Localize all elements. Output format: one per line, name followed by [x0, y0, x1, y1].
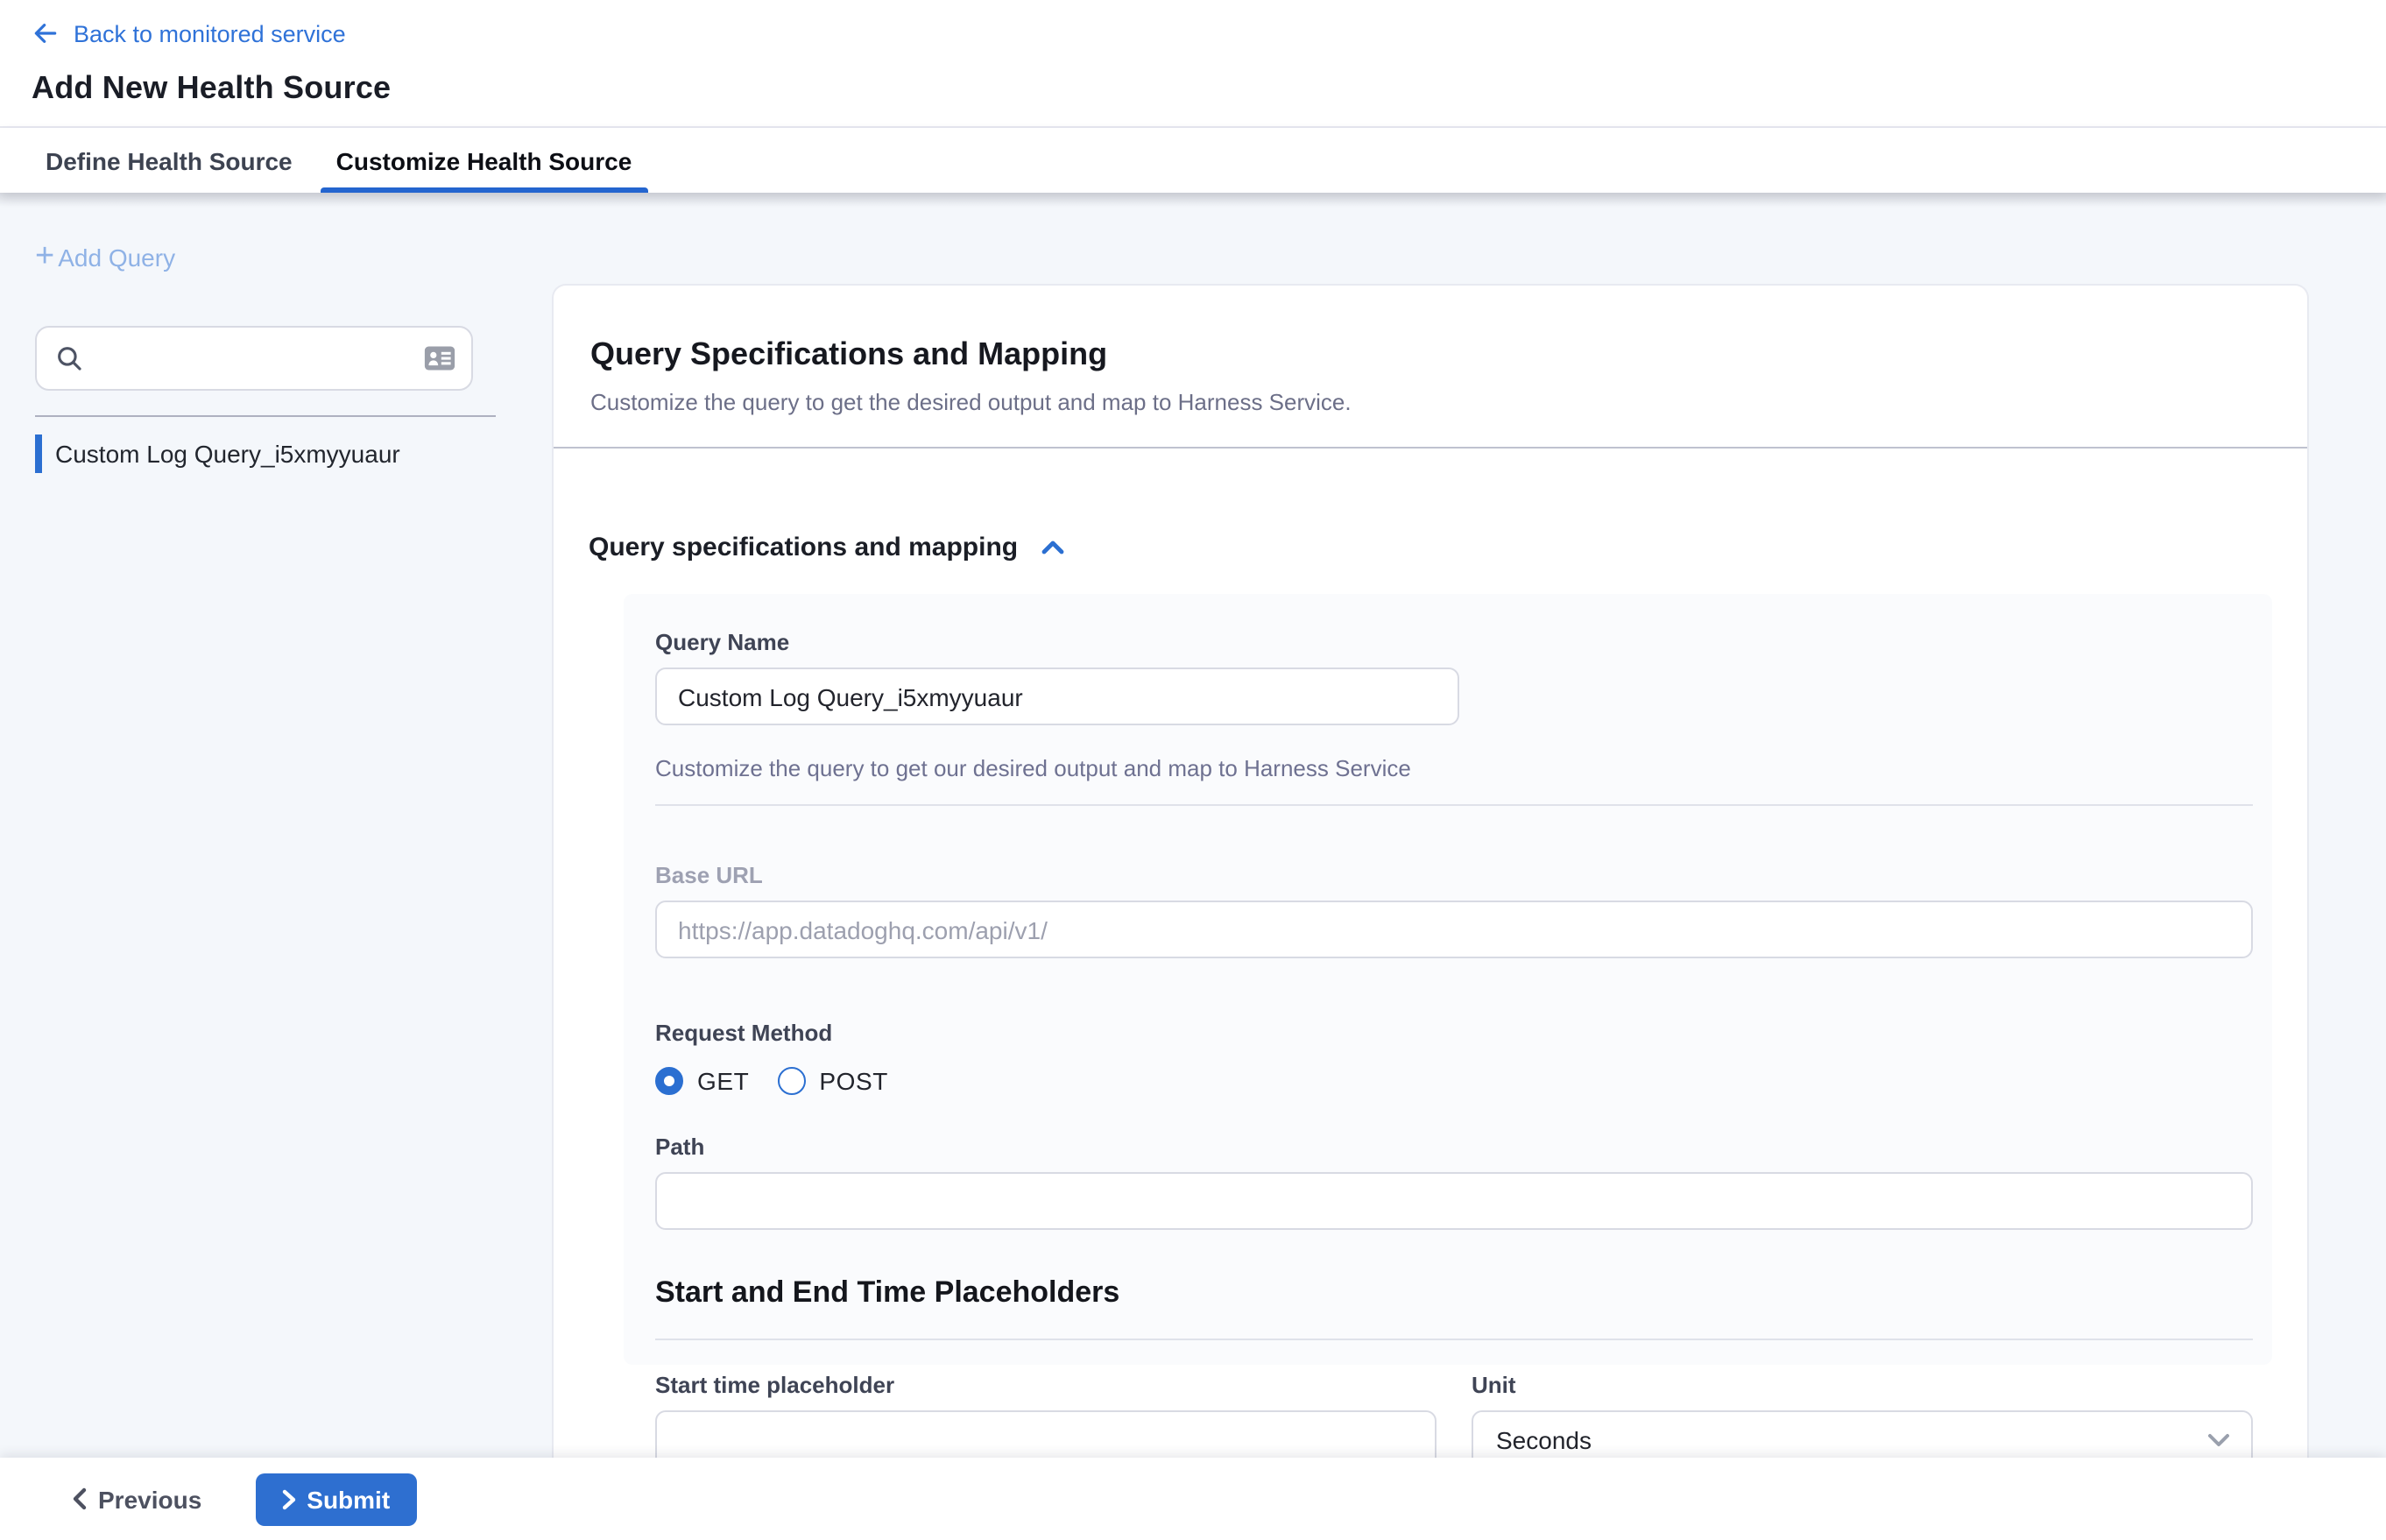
card-header: Query Specifications and Mapping Customi… [554, 286, 2307, 447]
field-divider [655, 804, 2253, 806]
path-label: Path [655, 1134, 2253, 1160]
address-card-icon[interactable] [424, 345, 455, 380]
previous-button[interactable]: Previous [72, 1485, 201, 1513]
query-specifications-card: Query Specifications and Mapping Customi… [552, 284, 2309, 1458]
card-subtitle: Customize the query to get the desired o… [590, 389, 2270, 415]
radio-option-post[interactable]: POST [777, 1067, 888, 1095]
add-query-button[interactable]: + Add Query [35, 244, 175, 272]
add-query-label: Add Query [58, 244, 175, 272]
back-link[interactable]: Back to monitored service [32, 16, 2386, 51]
start-time-field: Start time placeholder [655, 1372, 1437, 1458]
unit-select[interactable]: Seconds [1472, 1410, 2253, 1458]
query-name-label: Query Name [655, 629, 2253, 655]
collapse-section-button[interactable] [1041, 540, 1065, 555]
back-link-label[interactable]: Back to monitored service [74, 20, 346, 46]
radio-option-get[interactable]: GET [655, 1067, 749, 1095]
chevron-down-icon [2207, 1432, 2230, 1446]
start-time-label: Start time placeholder [655, 1372, 1437, 1398]
content-area: + Add Query [0, 193, 2386, 1458]
footer-action-bar: Previous Submit [0, 1458, 2386, 1540]
radio-unselected-icon[interactable] [777, 1067, 805, 1095]
time-placeholder-row: Start time placeholder Unit Seconds [655, 1372, 2253, 1458]
add-health-source-page: Back to monitored service Add New Health… [0, 0, 2386, 1540]
arrow-left-icon[interactable] [32, 19, 60, 47]
chevron-right-icon [282, 1488, 296, 1509]
query-name-helper-text: Customize the query to get our desired o… [655, 755, 2253, 781]
unit-label: Unit [1472, 1372, 2253, 1398]
field-divider [655, 1339, 2253, 1340]
search-input[interactable] [96, 329, 410, 391]
radio-post-label: POST [819, 1067, 888, 1095]
section-header: Query specifications and mapping [589, 533, 2272, 562]
query-search-box [35, 326, 473, 391]
submit-button-label: Submit [307, 1485, 390, 1513]
base-url-input[interactable] [655, 901, 2253, 958]
chevron-left-icon [72, 1487, 88, 1510]
query-name-input[interactable] [655, 668, 1459, 725]
section-title: Query specifications and mapping [589, 533, 1018, 562]
query-list-item[interactable]: Custom Log Query_i5xmyyuaur [35, 433, 552, 473]
radio-selected-icon[interactable] [655, 1067, 683, 1095]
request-method-label: Request Method [655, 1020, 2253, 1046]
previous-button-label: Previous [98, 1485, 201, 1513]
submit-button[interactable]: Submit [256, 1473, 416, 1525]
card-body: Query specifications and mapping Query N… [554, 449, 2307, 1365]
unit-field: Unit Seconds [1472, 1372, 2253, 1458]
search-icon [54, 343, 84, 382]
tab-bar: Define Health Source Customize Health So… [0, 128, 2386, 193]
plus-icon: + [35, 245, 54, 270]
page-header: Back to monitored service Add New Health… [0, 0, 2386, 128]
tab-define-health-source[interactable]: Define Health Source [30, 128, 308, 193]
start-time-input[interactable] [655, 1410, 1437, 1458]
time-placeholders-heading: Start and End Time Placeholders [655, 1275, 2253, 1310]
tab-customize-health-source[interactable]: Customize Health Source [321, 128, 648, 193]
path-input[interactable] [655, 1172, 2253, 1230]
query-sidebar: + Add Query [0, 193, 552, 473]
request-method-radio-group: GET POST [655, 1062, 2253, 1100]
unit-select-value: Seconds [1496, 1425, 1592, 1453]
card-title: Query Specifications and Mapping [590, 336, 2270, 373]
selected-indicator [35, 434, 41, 472]
query-item-label: Custom Log Query_i5xmyyuaur [55, 439, 400, 467]
sidebar-divider [35, 415, 496, 417]
query-form-panel: Query Name Customize the query to get ou… [624, 594, 2272, 1365]
base-url-label: Base URL [655, 862, 2253, 888]
page-title: Add New Health Source [32, 70, 2386, 107]
chevron-up-icon [1041, 540, 1065, 555]
radio-get-label: GET [697, 1067, 749, 1095]
